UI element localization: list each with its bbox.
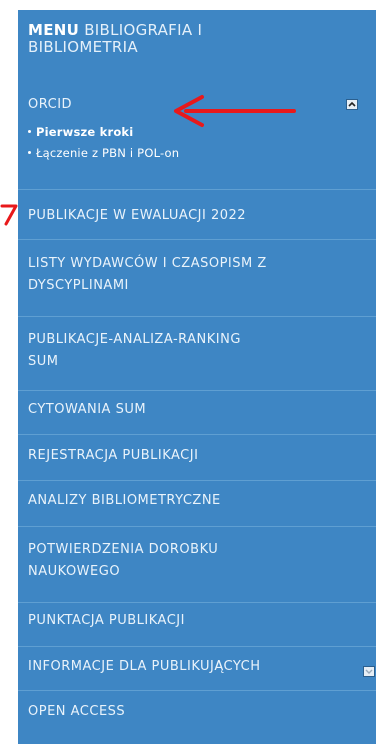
nav-item-analizy[interactable]: ANALIZY BIBLIOMETRYCZNE — [28, 490, 364, 512]
divider — [18, 526, 376, 527]
nav-item-cytowania[interactable]: CYTOWANIA SUM — [28, 399, 364, 421]
nav-item-label: REJESTRACJA PUBLIKACJI — [28, 448, 199, 463]
nav-item-informacje[interactable]: INFORMACJE DLA PUBLIKUJĄCYCH — [28, 656, 358, 678]
nav-item-label-line1: POTWIERDZENIA DOROBKU — [28, 542, 219, 557]
nav-item-label: OPEN ACCESS — [28, 704, 126, 719]
nav-item-listy-wydawcow[interactable]: LISTY WYDAWCÓW I CZASOPISM Z DYSCYPLINAM… — [28, 253, 364, 297]
annotation-arrow-icon — [174, 95, 296, 127]
menu-title: MENU BIBLIOGRAFIA I BIBLIOMETRIA — [28, 22, 358, 56]
nav-item-label-line1: PUBLIKACJE-ANALIZA-RANKING — [28, 332, 241, 347]
chevron-up-icon — [348, 101, 356, 107]
nav-item-publikacje-analiza[interactable]: PUBLIKACJE-ANALIZA-RANKING SUM — [28, 329, 364, 373]
nav-item-label: PUNKTACJA PUBLIKACJI — [28, 613, 185, 628]
divider — [18, 239, 376, 240]
orcid-collapse-button[interactable] — [346, 99, 358, 110]
divider — [18, 316, 376, 317]
menu-title-line2: BIBLIOMETRIA — [28, 38, 138, 56]
annotation-mark-icon — [0, 204, 18, 226]
nav-item-label: ANALIZY BIBLIOMETRYCZNE — [28, 493, 221, 508]
menu-title-line1: BIBLIOGRAFIA I — [84, 21, 203, 39]
nav-item-orcid-label: ORCID — [28, 97, 73, 112]
nav-item-potwierdzenia[interactable]: POTWIERDZENIA DOROBKU NAUKOWEGO — [28, 539, 364, 583]
divider — [18, 690, 376, 691]
divider — [18, 646, 376, 647]
divider — [18, 434, 376, 435]
nav-item-label: INFORMACJE DLA PUBLIKUJĄCYCH — [28, 659, 261, 674]
nav-item-label-line2: DYSCYPLINAMI — [28, 278, 129, 293]
nav-item-label: PUBLIKACJE W EWALUACJI 2022 — [28, 208, 247, 223]
bullet-icon — [28, 130, 31, 133]
submenu-item-label: Łączenie z PBN i POL-on — [36, 146, 180, 160]
nav-item-publikacje-ewaluacji[interactable]: PUBLIKACJE W EWALUACJI 2022 — [28, 205, 364, 227]
submenu-item-laczenie[interactable]: Łączenie z PBN i POL-on — [28, 146, 179, 160]
nav-item-label: CYTOWANIA SUM — [28, 402, 147, 417]
chevron-down-icon — [365, 669, 373, 674]
divider — [18, 480, 376, 481]
divider — [18, 602, 376, 603]
nav-item-open-access[interactable]: OPEN ACCESS — [28, 701, 364, 723]
nav-item-punktacja[interactable]: PUNKTACJA PUBLIKACJI — [28, 610, 364, 632]
divider — [18, 189, 376, 190]
informacje-expand-button[interactable] — [363, 666, 375, 677]
divider — [18, 390, 376, 391]
nav-item-label-line1: LISTY WYDAWCÓW I CZASOPISM Z — [28, 256, 267, 271]
nav-item-label-line2: SUM — [28, 354, 59, 369]
bullet-icon — [28, 151, 31, 154]
nav-item-label-line2: NAUKOWEGO — [28, 564, 121, 579]
submenu-item-label: Pierwsze kroki — [36, 125, 134, 139]
submenu-item-pierwsze-kroki[interactable]: Pierwsze kroki — [28, 125, 133, 139]
nav-item-rejestracja[interactable]: REJESTRACJA PUBLIKACJI — [28, 445, 364, 467]
menu-title-bold: MENU — [28, 21, 80, 39]
